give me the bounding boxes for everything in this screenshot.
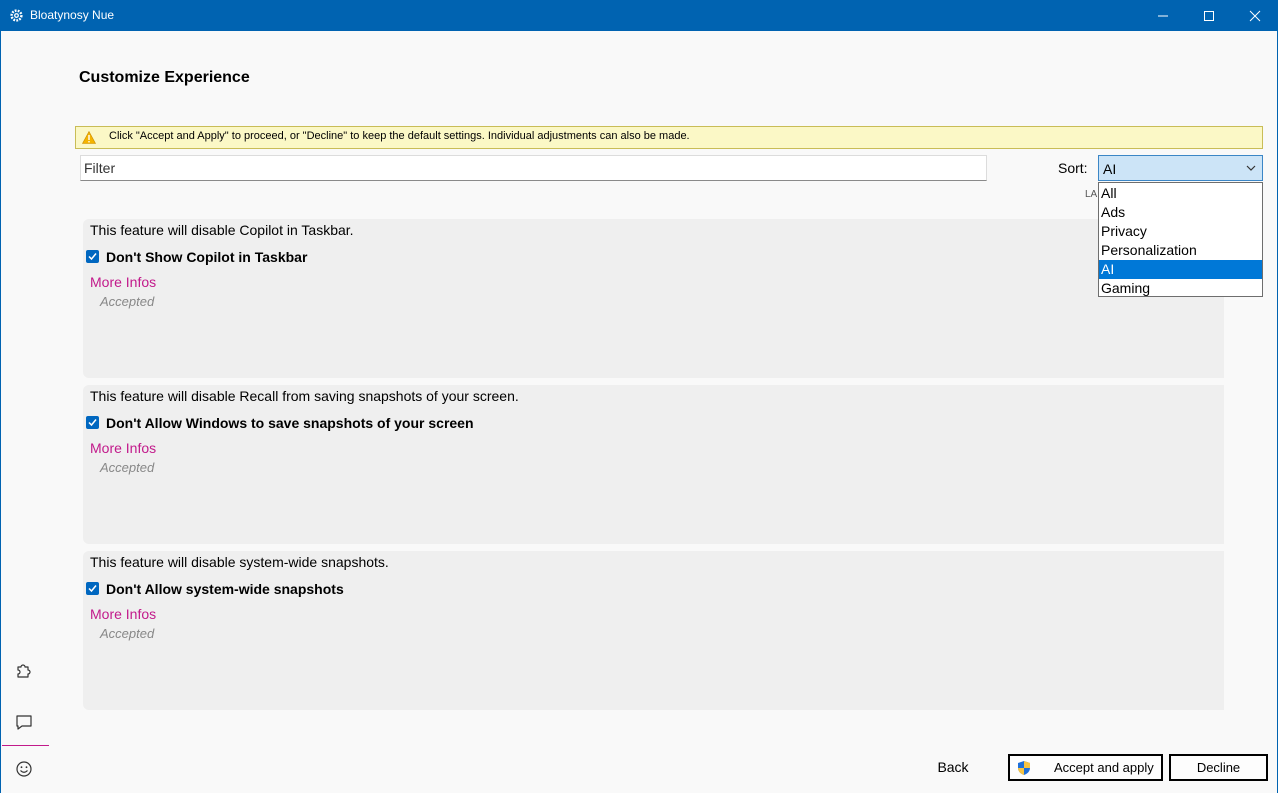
warning-banner: Click "Accept and Apply" to proceed, or … [75,126,1263,149]
back-button[interactable]: Back [926,759,980,779]
app-gear-icon [10,9,23,22]
warning-text: Click "Accept and Apply" to proceed, or … [109,130,690,142]
decline-button[interactable]: Decline [1169,754,1268,781]
window-title: Bloatynosy Nue [30,8,115,22]
minimize-button[interactable] [1140,0,1186,31]
accept-button-label: Accept and apply [1054,760,1154,775]
more-infos-link[interactable]: More Infos [90,440,156,456]
maximize-button[interactable] [1186,0,1232,31]
sort-option-privacy[interactable]: Privacy [1099,222,1262,241]
checkmark-icon [88,253,97,261]
sort-option-ai[interactable]: AI [1099,260,1262,279]
page-title: Customize Experience [79,69,250,86]
title-bar: Bloatynosy Nue [0,0,1278,31]
window-frame-left [0,31,1,793]
checkmark-icon [88,419,97,427]
feature-status: Accepted [100,460,155,475]
warning-icon [82,131,96,144]
puzzle-icon[interactable] [15,661,33,679]
accept-and-apply-button[interactable]: Accept and apply [1008,754,1163,781]
sort-dropdown-list: All Ads Privacy Personalization AI Gamin… [1098,182,1263,297]
feature-status: Accepted [100,626,155,641]
more-infos-link[interactable]: More Infos [90,606,156,622]
feature-status: Accepted [100,294,155,309]
sort-label: Sort: [1058,160,1088,176]
feature-checkbox[interactable] [86,416,99,429]
filter-input[interactable] [80,155,987,181]
chat-icon[interactable] [15,713,33,731]
feature-checkbox[interactable] [86,582,99,595]
feature-title[interactable]: Don't Allow Windows to save snapshots of… [106,415,474,431]
feature-card: This feature will disable system-wide sn… [83,551,1224,710]
feature-description: This feature will disable Copilot in Tas… [90,222,354,238]
feature-title[interactable]: Don't Show Copilot in Taskbar [106,249,307,265]
chevron-down-icon [1246,165,1256,171]
feature-card: This feature will disable Copilot in Tas… [83,219,1224,378]
close-icon [1249,10,1261,21]
more-infos-link[interactable]: More Infos [90,274,156,290]
partially-hidden-label: LA [1085,189,1098,200]
minimize-icon [1158,15,1168,16]
sidebar-selection-indicator [2,745,49,746]
feature-description: This feature will disable system-wide sn… [90,554,389,570]
sort-option-personalization[interactable]: Personalization [1099,241,1262,260]
feature-checkbox[interactable] [86,250,99,263]
feature-card: This feature will disable Recall from sa… [83,385,1224,544]
sort-option-ads[interactable]: Ads [1099,203,1262,222]
close-button[interactable] [1232,0,1278,31]
feature-title[interactable]: Don't Allow system-wide snapshots [106,581,344,597]
uac-shield-icon [1018,761,1030,775]
sort-selected-value: AI [1103,161,1117,177]
checkmark-icon [88,585,97,593]
sort-option-all[interactable]: All [1099,184,1262,203]
smiley-icon[interactable] [15,760,33,778]
feature-description: This feature will disable Recall from sa… [90,388,519,404]
maximize-icon [1204,10,1214,21]
sort-option-gaming[interactable]: Gaming [1099,279,1262,298]
sort-select[interactable]: AI [1098,155,1263,181]
